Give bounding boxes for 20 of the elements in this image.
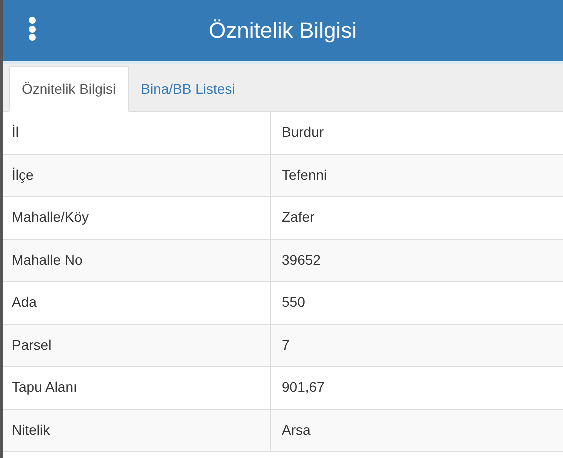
table-cell: Nitelik: [3, 410, 271, 451]
tab[interactable]: Bina/BB Listesi: [129, 66, 248, 112]
menu-icon[interactable]: [27, 17, 37, 41]
table-cell-text: 550: [281, 293, 306, 312]
table-cell: Tapu Alanı: [3, 367, 271, 408]
table-cell: Mahalle No: [3, 240, 271, 281]
table-cell-text: Tefenni: [281, 166, 328, 185]
table-cell-text: 901,67: [281, 378, 326, 398]
tab[interactable]: Öznitelik Bilgisi: [9, 66, 130, 112]
header-title: Öznitelik Bilgisi: [209, 17, 357, 45]
table-cell-text: Zafer: [281, 208, 316, 228]
table-cell-text: Arsa: [281, 420, 312, 440]
table-cell: Parsel: [3, 324, 271, 366]
table-cell: İl: [3, 112, 271, 154]
table-cell: Ada: [3, 282, 271, 324]
table-cell: Mahalle/Köy: [3, 197, 271, 238]
table-cell-text: 7: [281, 336, 291, 355]
table-cell-text: 39652: [281, 250, 322, 270]
table-cell: İlçe: [3, 154, 271, 196]
table-cell-text: Burdur: [281, 123, 326, 142]
